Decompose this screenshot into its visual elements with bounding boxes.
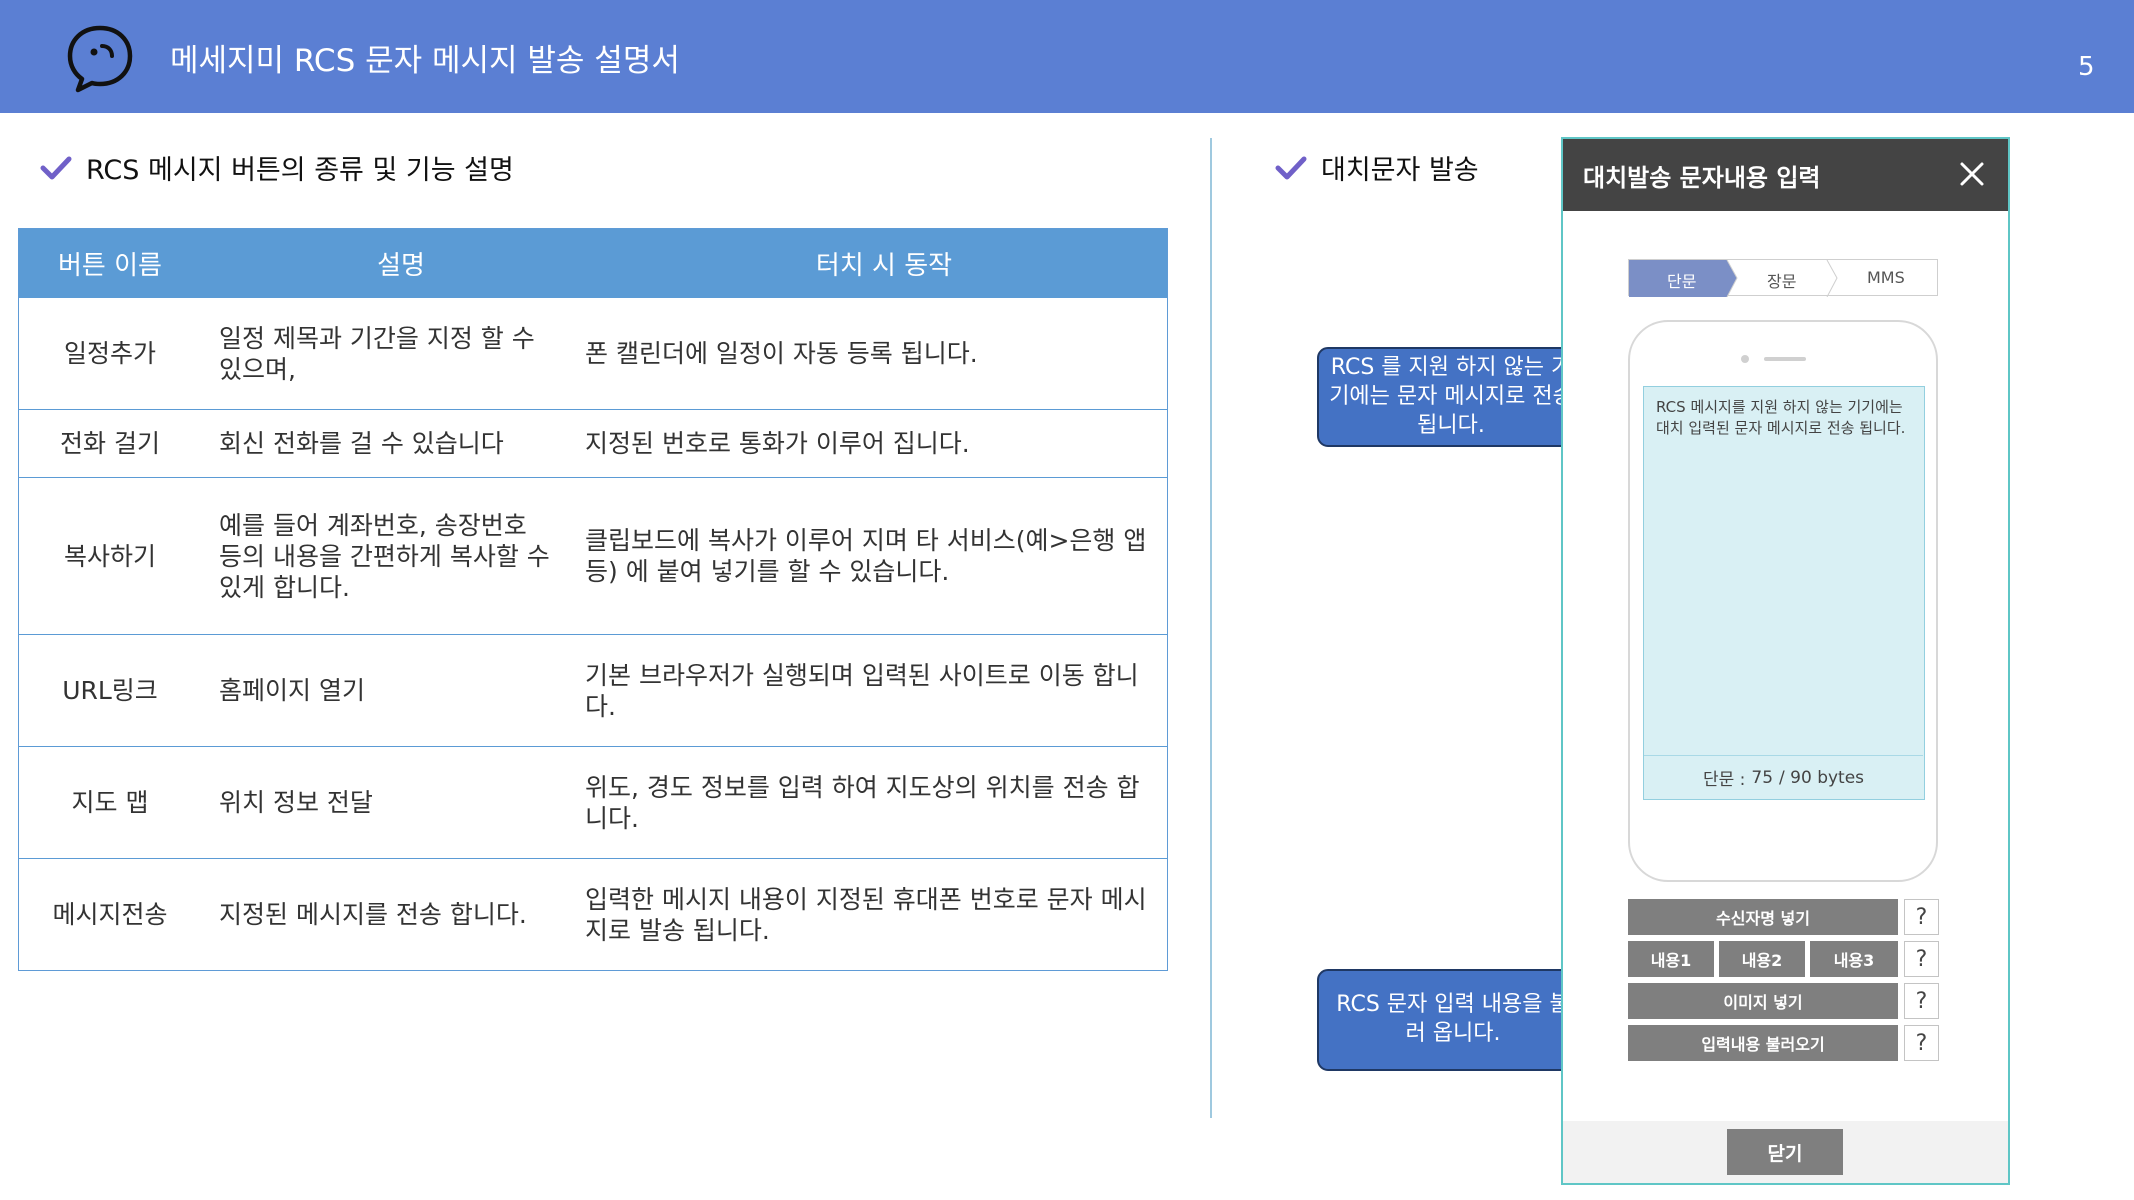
- row-action: 클립보드에 복사가 이루어 지며 타 서비스(예>은행 앱 등) 에 붙여 넣기…: [585, 526, 1147, 586]
- page-title: 메세지미 RCS 문자 메시지 발송 설명서: [170, 43, 680, 79]
- byte-limit: / 90 bytes: [1779, 767, 1865, 788]
- tab-short-sms[interactable]: 단문: [1667, 268, 1696, 292]
- row-description: 일정 제목과 기간을 지정 할 수 있으며,: [219, 323, 535, 384]
- column-header-description: 설명: [377, 250, 425, 281]
- callout-text: RCS 문자 입력 내용을 불러 옵니다.: [1336, 992, 1570, 1046]
- chat-bubble-icon: [67, 25, 133, 93]
- row-button-name: 전화 걸기: [60, 429, 160, 458]
- insert-recipient-name-button[interactable]: 수신자명 넣기: [1628, 899, 1898, 935]
- fallback-sms-heading: 대치문자 발송: [1275, 148, 1479, 187]
- table-row: 메시지전송 지정된 메시지를 전송 합니다. 입력한 메시지 내용이 지정된 휴…: [19, 858, 1167, 970]
- row-action: 입력한 메시지 내용이 지정된 휴대폰 번호로 문자 메시지로 발송 됩니다.: [585, 884, 1147, 945]
- button-types-heading: RCS 메시지 버튼의 종류 및 기능 설명: [40, 148, 514, 187]
- fallback-sms-dialog: 대치발송 문자내용 입력 단문 장문 MMS RCS 메시지를 지원 하지 않는…: [1561, 137, 2010, 1185]
- column-header-name: 버튼 이름: [58, 250, 162, 281]
- fallback-sms-heading-text: 대치문자 발송: [1321, 155, 1479, 186]
- row-action: 지정된 번호로 통화가 이루어 집니다.: [585, 429, 970, 458]
- phone-camera: [1741, 355, 1749, 363]
- content2-button[interactable]: 내용2: [1719, 941, 1805, 977]
- phone-speaker: [1764, 357, 1806, 361]
- row-description: 위치 정보 전달: [219, 788, 373, 817]
- byte-label: 단문 :: [1702, 770, 1746, 790]
- byte-counter: 단문 : 75 / 90 bytes: [1644, 755, 1923, 799]
- checkmark-icon: [40, 156, 72, 179]
- help-button[interactable]: ?: [1904, 899, 1939, 935]
- message-type-tabs: 단문 장문 MMS: [1628, 259, 1938, 297]
- message-text: RCS 메시지를 지원 하지 않는 기기에는 대치 입력된 문자 메시지로 전송…: [1656, 398, 1906, 437]
- phone-preview: RCS 메시지를 지원 하지 않는 기기에는 대치 입력된 문자 메시지로 전송…: [1628, 320, 1938, 882]
- row-button-name: 복사하기: [63, 541, 156, 571]
- table-row: 지도 맵 위치 정보 전달 위도, 경도 정보를 입력 하여 지도상의 위치를 …: [19, 746, 1167, 858]
- tab-long-sms[interactable]: 장문: [1767, 268, 1796, 292]
- content3-button[interactable]: 내용3: [1810, 941, 1898, 977]
- row-button-name: 메시지전송: [52, 900, 168, 929]
- help-button[interactable]: ?: [1904, 941, 1939, 977]
- row-description: 회신 전화를 걸 수 있습니다: [219, 429, 504, 458]
- button-types-table: 버튼 이름 설명 터치 시 동작 일정추가 일정 제목과 기간을 지정 할 수 …: [18, 228, 1168, 971]
- header-bar: 메세지미 RCS 문자 메시지 발송 설명서 5: [0, 0, 2134, 113]
- close-icon[interactable]: [1956, 158, 1988, 190]
- help-button[interactable]: ?: [1904, 1025, 1939, 1061]
- row-button-name: 지도 맵: [71, 788, 149, 817]
- message-textarea[interactable]: RCS 메시지를 지원 하지 않는 기기에는 대치 입력된 문자 메시지로 전송…: [1643, 386, 1925, 800]
- row-action: 위도, 경도 정보를 입력 하여 지도상의 위치를 전송 합니다.: [585, 772, 1140, 833]
- byte-count: 75: [1751, 767, 1774, 788]
- content1-button[interactable]: 내용1: [1628, 941, 1714, 977]
- row-action: 폰 캘린더에 일정이 자동 등록 됩니다.: [585, 339, 978, 368]
- row-button-name: URL링크: [62, 676, 158, 705]
- section-divider: [1210, 138, 1212, 1118]
- table-row: 복사하기 예를 들어 계좌번호, 송장번호 등의 내용을 간편하게 복사할 수 …: [19, 477, 1167, 634]
- insert-image-button[interactable]: 이미지 넣기: [1628, 983, 1898, 1019]
- tab-mms[interactable]: MMS: [1867, 268, 1905, 287]
- row-description: 홈페이지 열기: [219, 676, 365, 705]
- checkmark-icon: [1275, 156, 1307, 179]
- row-action: 기본 브라우저가 실행되며 입력된 사이트로 이동 합니다.: [585, 660, 1139, 721]
- row-description: 지정된 메시지를 전송 합니다.: [219, 900, 527, 929]
- close-button[interactable]: 닫기: [1727, 1129, 1843, 1175]
- table-row: 전화 걸기 회신 전화를 걸 수 있습니다 지정된 번호로 통화가 이루어 집니…: [19, 409, 1167, 477]
- help-button[interactable]: ?: [1904, 983, 1939, 1019]
- dialog-title-bar: 대치발송 문자내용 입력: [1563, 139, 2008, 211]
- load-input-button[interactable]: 입력내용 불러오기: [1628, 1025, 1898, 1061]
- button-types-heading-text: RCS 메시지 버튼의 종류 및 기능 설명: [86, 155, 514, 186]
- table-row: 일정추가 일정 제목과 기간을 지정 할 수 있으며, 폰 캘린더에 일정이 자…: [19, 297, 1167, 409]
- column-header-action: 터치 시 동작: [815, 250, 953, 281]
- row-description: 예를 들어 계좌번호, 송장번호 등의 내용을 간편하게 복사할 수 있게 합니…: [219, 510, 550, 602]
- row-button-name: 일정추가: [63, 339, 156, 368]
- table-row: URL링크 홈페이지 열기 기본 브라우저가 실행되며 입력된 사이트로 이동 …: [19, 634, 1167, 746]
- callout-text: RCS 를 지원 하지 않는 기기에는 문자 메시지로 전송 됩니다.: [1329, 355, 1573, 438]
- table-header-row: 버튼 이름 설명 터치 시 동작: [19, 229, 1167, 297]
- dialog-title: 대치발송 문자내용 입력: [1583, 163, 1821, 192]
- page-number: 5: [2078, 52, 2095, 82]
